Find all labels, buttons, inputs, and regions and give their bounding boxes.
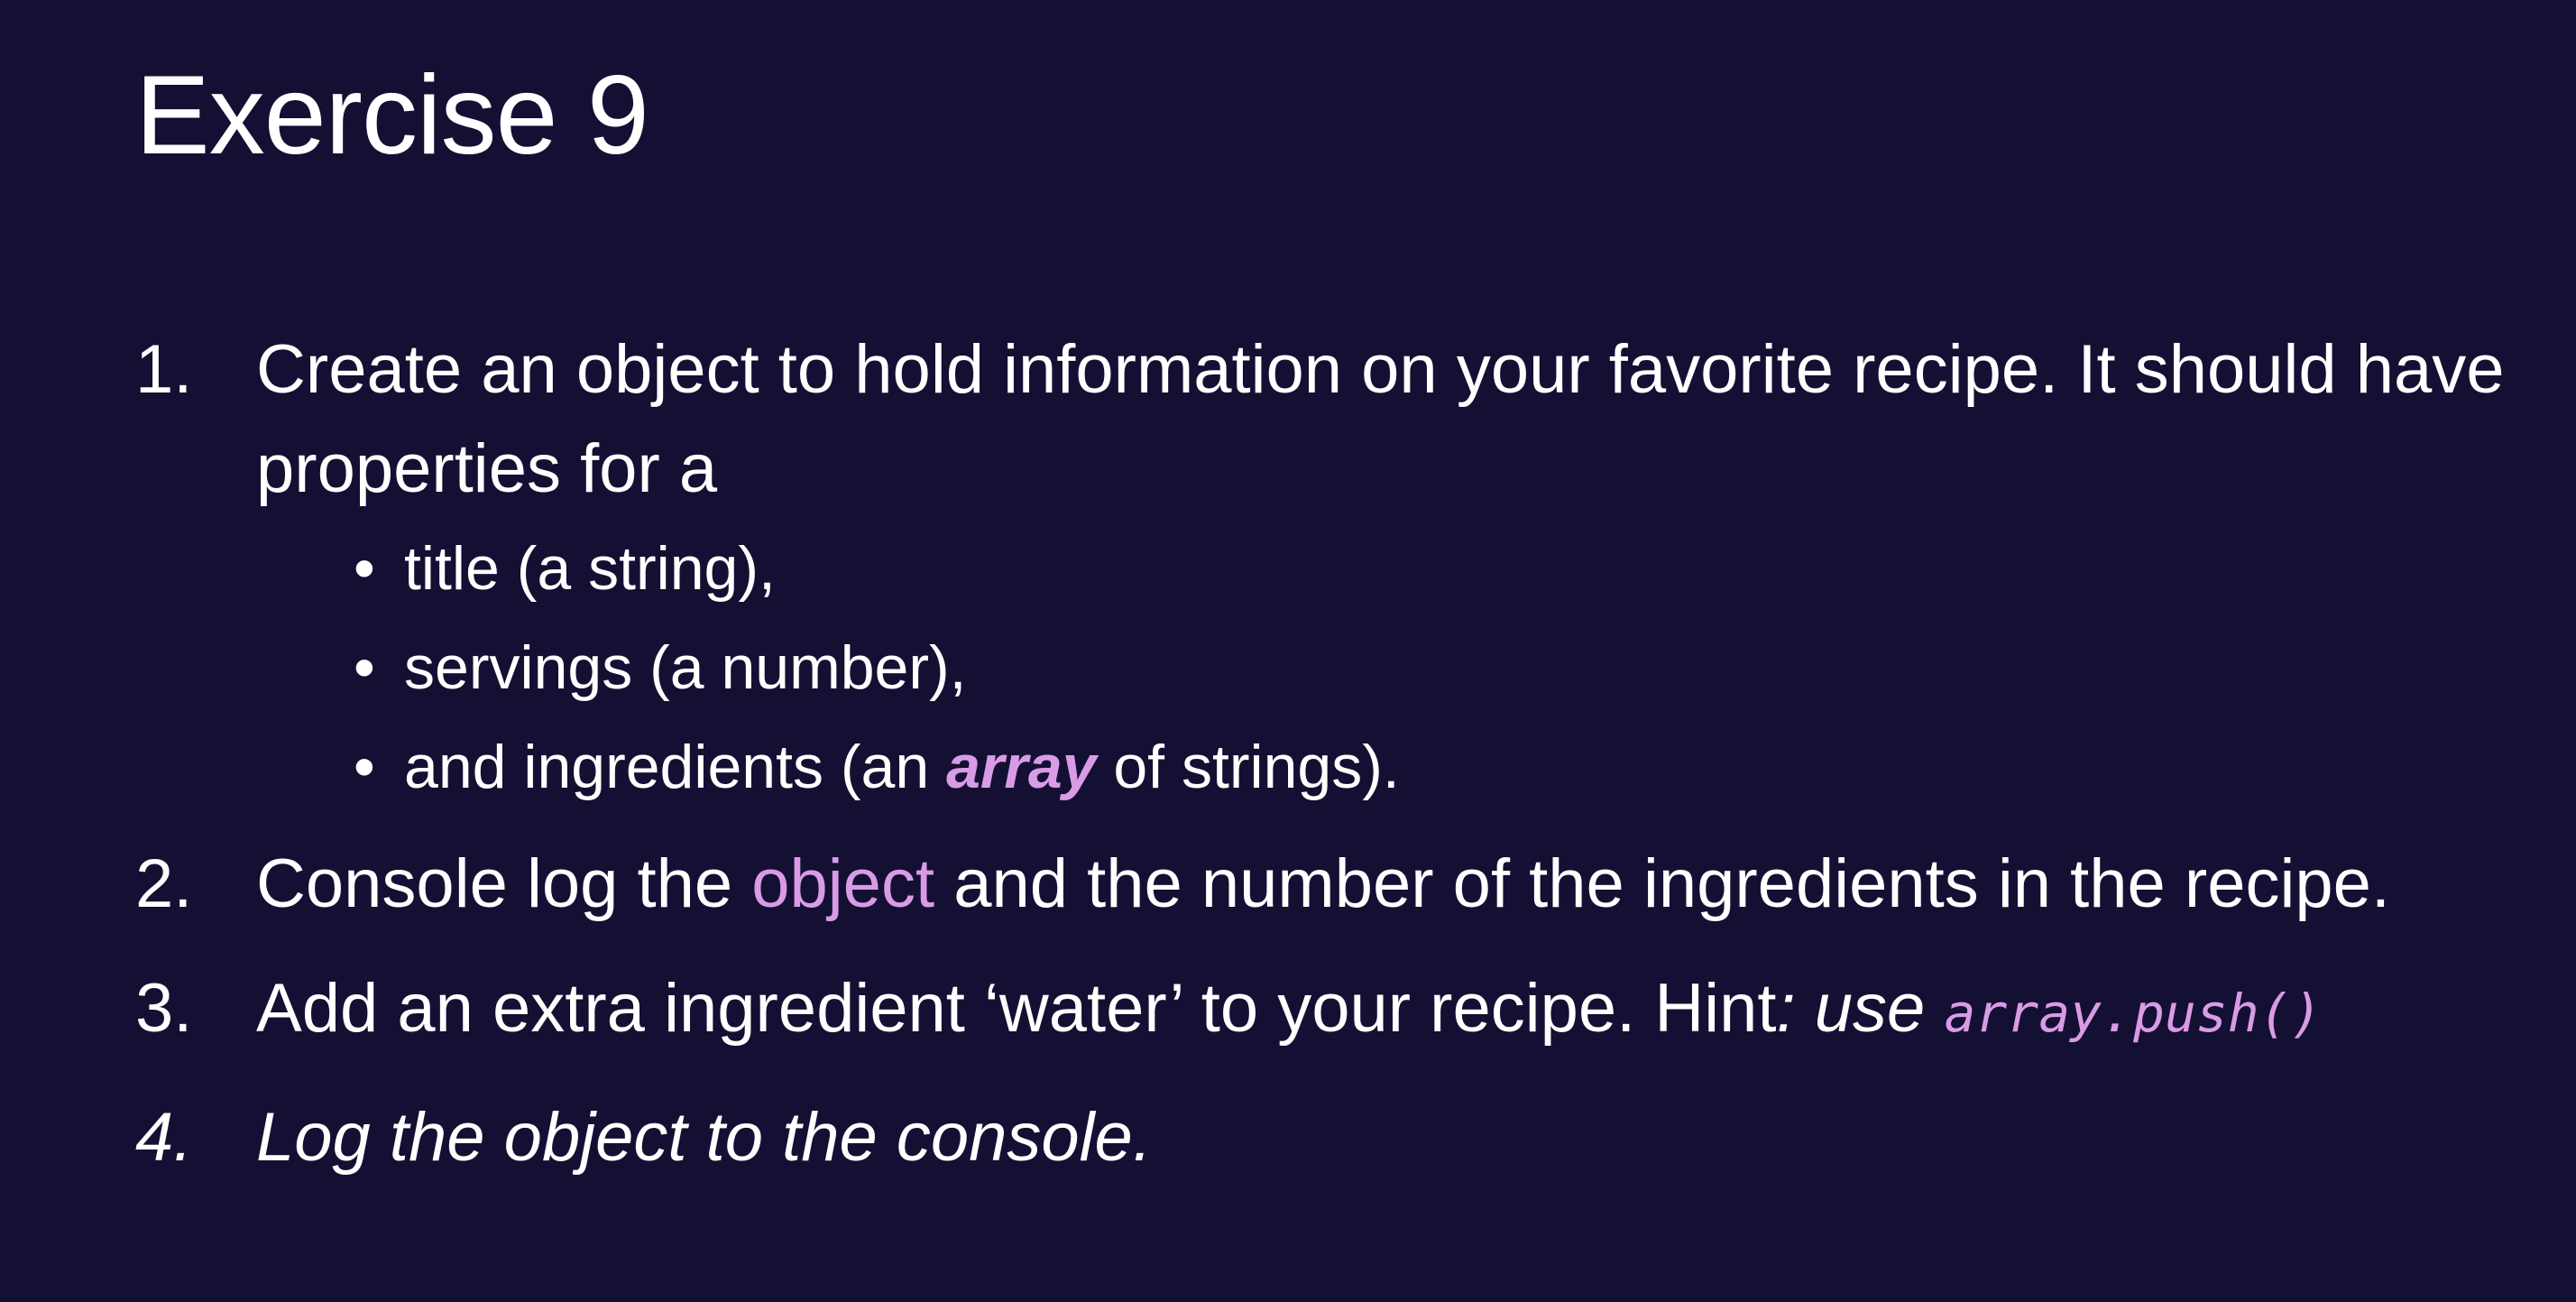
list-item-3: 3. Add an extra ingredient ‘water’ to yo… (135, 959, 2535, 1063)
list-number: 1. (135, 331, 193, 408)
sub-item-text-post: of strings). (1096, 733, 1400, 801)
list-item-4: 4. Log the object to the console. (135, 1088, 2535, 1187)
sub-item-text: title (a string), (404, 534, 776, 603)
slide-title: Exercise 9 (135, 53, 649, 178)
item-3-text-pre: Add an extra ingredient ‘water’ to your … (256, 970, 1777, 1047)
item-2-text-post: and the number of the ingredients in the… (934, 845, 2391, 922)
list-number: 3. (135, 970, 193, 1047)
bullet-icon: • (354, 633, 375, 702)
sub-item-ingredients: • and ingredients (an array of strings). (256, 717, 2535, 817)
hint-italic: : use (1776, 970, 1945, 1047)
list-number: 2. (135, 845, 193, 922)
list-number: 4. (135, 1099, 193, 1176)
list-item-1: 1. Create an object to hold information … (135, 320, 2535, 817)
list-item-2: 2. Console log the object and the number… (135, 835, 2535, 934)
sub-item-servings: • servings (a number), (256, 618, 2535, 717)
object-highlight: object (751, 845, 935, 922)
slide: Exercise 9 1. Create an object to hold i… (0, 0, 2576, 1302)
sub-item-text-pre: and ingredients (an (404, 733, 947, 801)
bullet-icon: • (354, 733, 375, 801)
item-4-text: Log the object to the console. (256, 1099, 1152, 1176)
exercise-list: 1. Create an object to hold information … (135, 320, 2535, 1187)
sub-item-title: • title (a string), (256, 519, 2535, 618)
property-list: • title (a string), • servings (a number… (256, 519, 2535, 817)
item-1-text: Create an object to hold information on … (256, 331, 2505, 507)
item-2-text-pre: Console log the (256, 845, 752, 922)
bullet-icon: • (354, 534, 375, 603)
code-snippet: array.push() (1944, 983, 2323, 1044)
array-emphasis: array (946, 733, 1097, 801)
sub-item-text: servings (a number), (404, 633, 967, 702)
